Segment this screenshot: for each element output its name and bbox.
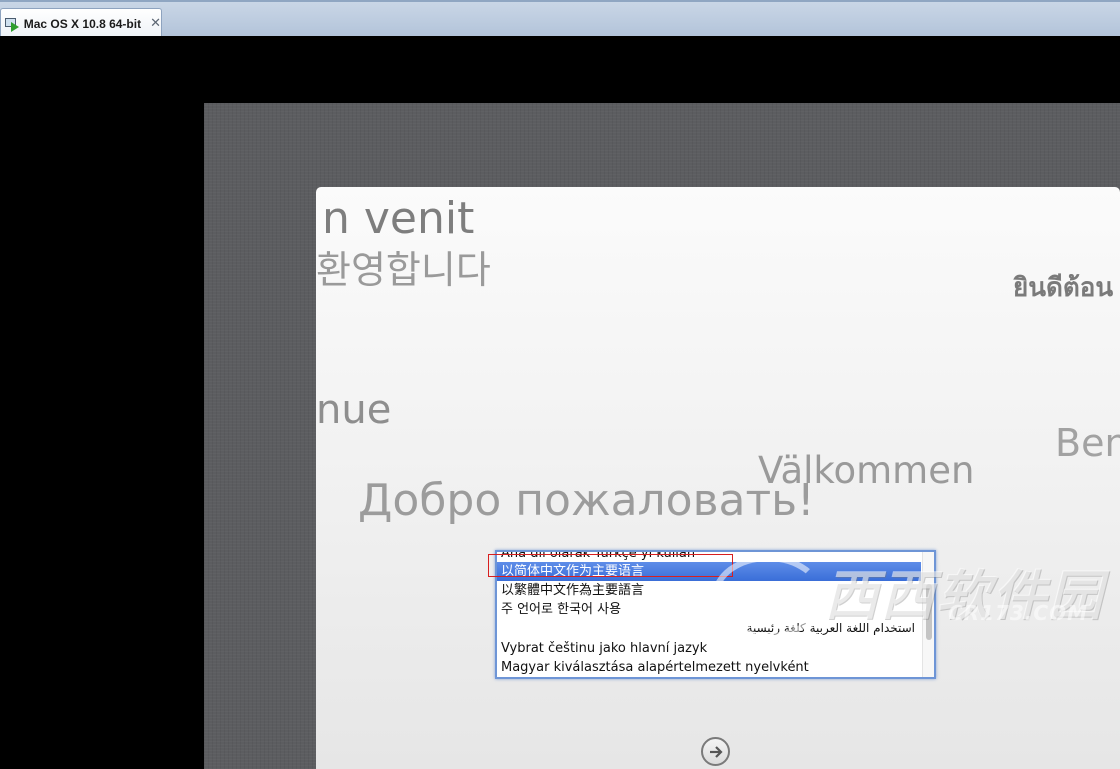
arrow-right-circle-icon (709, 745, 723, 758)
language-option[interactable]: 주 언어로 한국어 사용 (497, 600, 921, 619)
installer-welcome-panel: n venit 환영합니다 ยินดีต้อน nue Ben Välkomme… (316, 187, 1120, 769)
welcome-word: nue (316, 387, 392, 433)
language-option[interactable]: 以繁體中文作為主要語言 (497, 581, 921, 600)
language-option[interactable]: Magyar kiválasztása alapértelmezett nyel… (497, 658, 921, 677)
language-option-selected[interactable]: 以简体中文作为主要语言 (497, 562, 921, 581)
welcome-word: n venit (322, 193, 475, 244)
welcome-word: 환영합니다 (316, 248, 491, 292)
language-option[interactable]: استخدام اللغة العربية كلغة رئيسية (497, 619, 921, 638)
welcome-word: ยินดีต้อน (1013, 273, 1114, 303)
vm-tab-bar: Mac OS X 10.8 64-bit ✕ (0, 0, 1120, 38)
vm-play-icon (5, 17, 19, 32)
language-list[interactable]: Ana dil olarak Türkçe’yi kullan 以简体中文作为主… (495, 550, 936, 679)
welcome-word: Добро пожаловать! (358, 475, 815, 526)
vm-tab[interactable]: Mac OS X 10.8 64-bit ✕ (0, 8, 162, 38)
list-scrollbar[interactable] (922, 552, 934, 677)
language-option[interactable]: Vybrat češtinu jako hlavní jazyk (497, 639, 921, 658)
close-icon[interactable]: ✕ (150, 16, 161, 31)
welcome-word: Ben (1055, 421, 1120, 465)
vm-tab-title: Mac OS X 10.8 64-bit (23, 16, 142, 31)
scroll-thumb[interactable] (926, 584, 932, 640)
continue-button[interactable] (701, 737, 730, 766)
